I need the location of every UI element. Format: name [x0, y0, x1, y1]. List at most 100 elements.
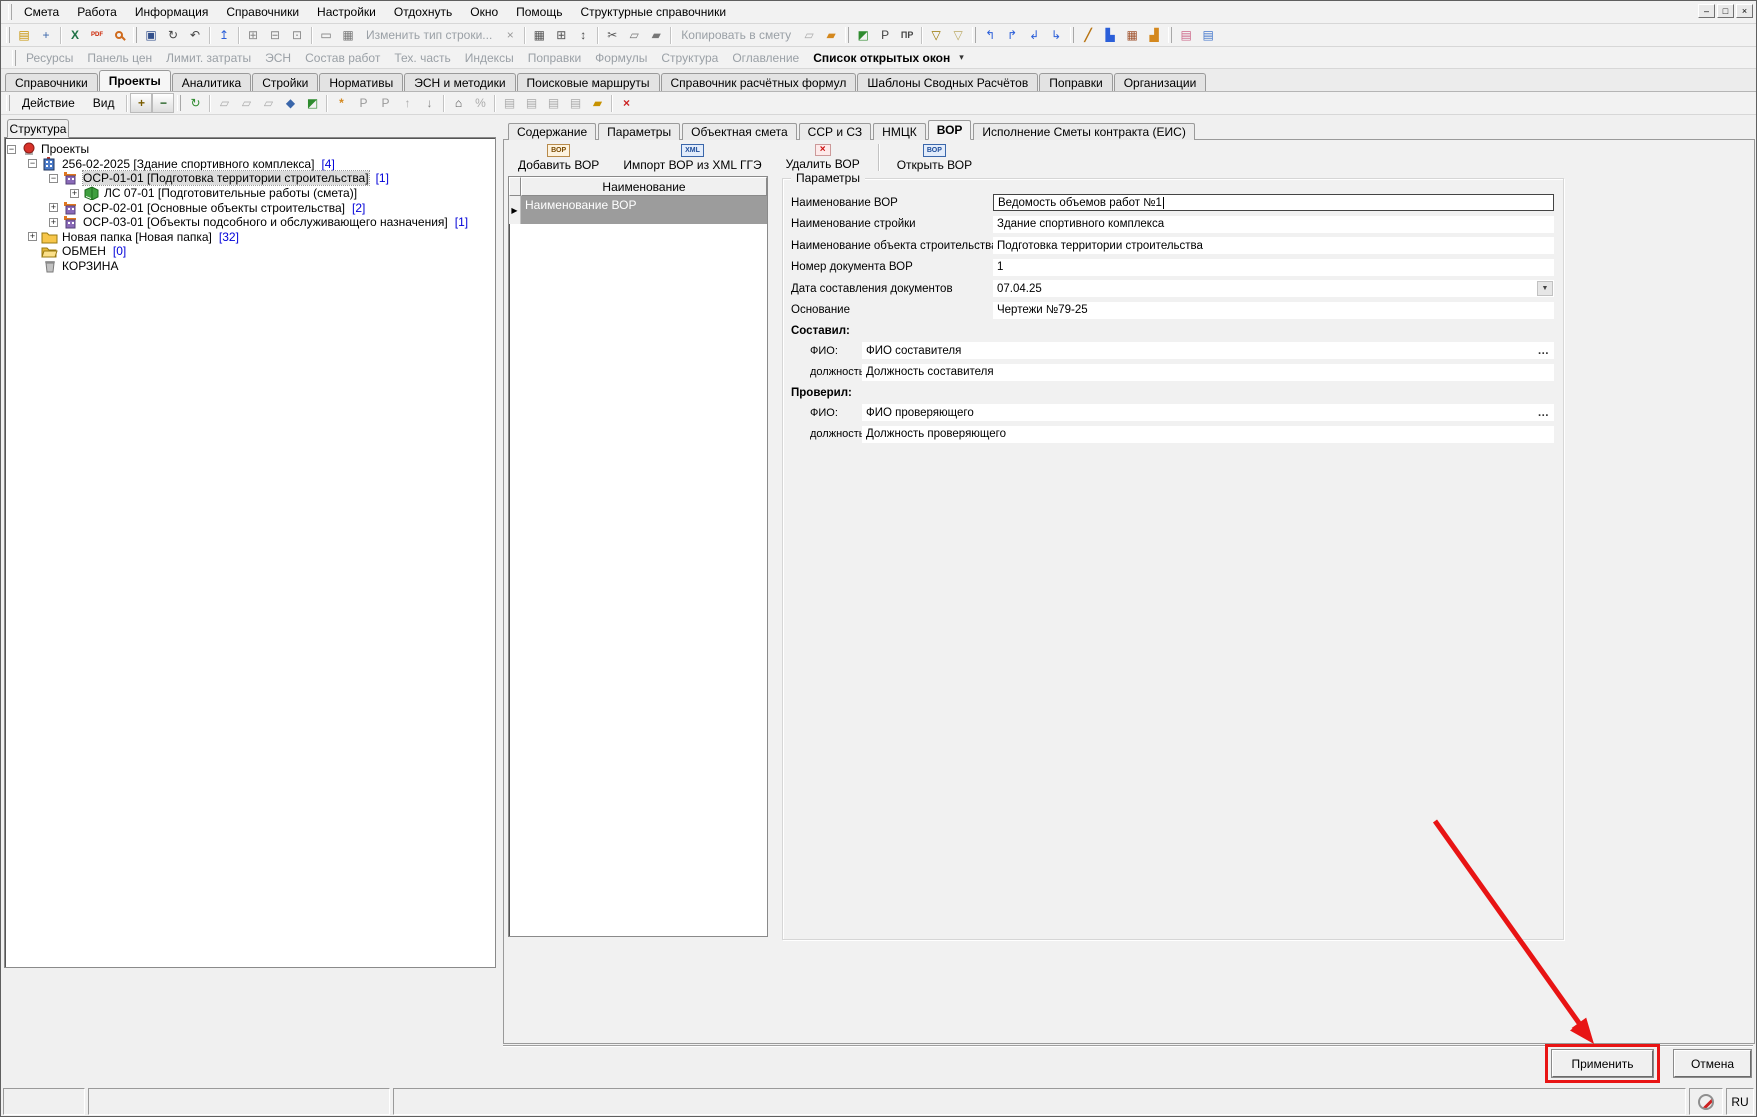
panel-indeksy[interactable]: Индексы [458, 51, 521, 65]
toolbar-grip[interactable] [1070, 27, 1074, 43]
estimate-settings-icon[interactable]: ◩ [301, 93, 323, 113]
tab-proekty[interactable]: Проекты [99, 70, 171, 91]
tab-struktura[interactable]: Структура [7, 119, 69, 138]
panel-panel-cen[interactable]: Панель цен [80, 51, 159, 65]
toolbar-grip[interactable] [133, 27, 137, 43]
parameters-icon[interactable]: * [330, 93, 352, 113]
tab-organizacii[interactable]: Организации [1114, 73, 1207, 91]
tab-parametry[interactable]: Параметры [598, 123, 680, 140]
folder-add-icon[interactable]: + [130, 93, 152, 113]
tree-settings-icon[interactable]: ◆ [279, 93, 301, 113]
transport-icon[interactable]: ▙ [1099, 25, 1121, 45]
menu-rabota[interactable]: Работа [68, 2, 126, 22]
books-pink-icon[interactable]: ▤ [1175, 25, 1197, 45]
filter-icon[interactable]: ▽ [925, 25, 947, 45]
grid-view-2-icon[interactable]: ▤ [520, 93, 542, 113]
books-blue-icon[interactable]: ▤ [1197, 25, 1219, 45]
doc-date-combobox[interactable]: 07.04.25 ▼ [993, 280, 1554, 297]
tree-item-osr-02-01[interactable]: + ОСР-02-01 [Основные объекты строительс… [7, 200, 493, 215]
save-icon[interactable]: ▣ [140, 25, 162, 45]
folder-remove-icon[interactable]: − [152, 93, 174, 113]
tree-item-novaya-papka[interactable]: + Новая папка [Новая папка] [32] [7, 230, 493, 245]
paste-node-icon[interactable]: ▱ [257, 93, 279, 113]
tree-expand-icon[interactable]: + [70, 189, 79, 198]
toolbar-grip[interactable] [8, 4, 12, 20]
import-vor-button[interactable]: XML Импорт ВОР из XML ГГЭ [611, 141, 773, 174]
open-windows-dropdown-icon[interactable]: ▾ [959, 52, 964, 63]
toolbar-grip[interactable] [972, 27, 976, 43]
indent-level-bottom-icon[interactable]: ↳ [1045, 25, 1067, 45]
compiler-fio-input[interactable]: ФИО составителя … [862, 342, 1554, 359]
machines-icon[interactable]: ▟ [1143, 25, 1165, 45]
calculator-add-icon[interactable]: ⊞ [550, 25, 572, 45]
tab-obektnaya-smeta[interactable]: Объектная смета [682, 123, 797, 140]
toolbar-grip[interactable] [845, 27, 849, 43]
filter-off-icon[interactable]: ▽ [947, 25, 969, 45]
menu-vid[interactable]: Вид [84, 94, 124, 112]
minimize-button[interactable]: – [1698, 4, 1715, 18]
structure-tree-icon[interactable]: ▤ [13, 25, 35, 45]
panel-limit-zatraty[interactable]: Лимит. затраты [159, 51, 258, 65]
checker-fio-browse-icon[interactable]: … [1538, 404, 1551, 421]
menu-spravochniki[interactable]: Справочники [217, 2, 308, 22]
indent-level-down-icon[interactable]: ↲ [1023, 25, 1045, 45]
checker-position-input[interactable]: Должность проверяющего [862, 426, 1554, 443]
cancel-button[interactable]: Отмена [1674, 1050, 1751, 1077]
toolbar-grip[interactable] [1168, 27, 1172, 43]
object-input[interactable]: Подготовка территории строительства [993, 237, 1554, 254]
tree-expand-icon[interactable]: + [49, 203, 58, 212]
indent-level-up-icon[interactable]: ↰ [979, 25, 1001, 45]
tab-shablony-svodnyh[interactable]: Шаблоны Сводных Расчётов [857, 73, 1038, 91]
normative-base-icon[interactable]: ◩ [852, 25, 874, 45]
search-icon[interactable] [108, 25, 130, 45]
copy-document-icon[interactable]: ▱ [798, 25, 820, 45]
paste-buffer-icon[interactable]: ▰ [820, 25, 842, 45]
move-up-icon[interactable]: ↑ [396, 93, 418, 113]
panel-oglavlenie[interactable]: Оглавление [725, 51, 806, 65]
menu-okno[interactable]: Окно [461, 2, 507, 22]
panel-resursy[interactable]: Ресурсы [19, 51, 80, 65]
paste-icon[interactable]: ▰ [645, 25, 667, 45]
open-vor-button[interactable]: ВОР Открыть ВОР [885, 141, 984, 174]
panel-formuly[interactable]: Формулы [588, 51, 654, 65]
menu-nastroyki[interactable]: Настройки [308, 2, 385, 22]
toolbar-grip[interactable] [177, 95, 181, 111]
vor-list-header[interactable]: Наименование [521, 177, 767, 196]
cut-icon[interactable]: ✂ [601, 25, 623, 45]
tab-nmck[interactable]: НМЦК [873, 123, 926, 140]
export-pdf-icon[interactable]: PDF [86, 25, 108, 45]
price-level-p-icon[interactable]: P [874, 25, 896, 45]
panel-popravki[interactable]: Поправки [521, 51, 588, 65]
calculator-icon[interactable]: ▦ [528, 25, 550, 45]
maximize-button[interactable]: □ [1717, 4, 1734, 18]
percent-icon[interactable]: % [469, 93, 491, 113]
panel-struktura[interactable]: Структура [654, 51, 725, 65]
toolbar-grip[interactable] [6, 27, 10, 43]
menu-informacia[interactable]: Информация [126, 2, 217, 22]
panel-sostav-rabot[interactable]: Состав работ [298, 51, 387, 65]
add-vor-button[interactable]: ВОР Добавить ВОР [506, 141, 611, 174]
tree-item-proekty[interactable]: − Проекты [7, 142, 493, 157]
menu-otdohnut[interactable]: Отдохнуть [385, 2, 461, 22]
refresh-icon[interactable]: ↻ [162, 25, 184, 45]
copy-icon[interactable]: ▱ [623, 25, 645, 45]
undo-icon[interactable]: ↶ [184, 25, 206, 45]
compiler-position-input[interactable]: Должность составителя [862, 364, 1554, 381]
stroyka-input[interactable]: Здание спортивного комплекса [993, 216, 1554, 233]
tree-expand-icon[interactable]: + [49, 218, 58, 227]
move-down-icon[interactable]: ↓ [418, 93, 440, 113]
doc-date-dropdown-icon[interactable]: ▼ [1537, 281, 1553, 296]
tab-soderzhanie[interactable]: Содержание [508, 123, 596, 140]
tab-poiskovye-marshruty[interactable]: Поисковые маршруты [517, 73, 660, 91]
basis-input[interactable]: Чертежи №79-25 [993, 302, 1554, 319]
row-calculation-icon[interactable]: ▦ [337, 25, 359, 45]
price-level-pr-icon[interactable]: ПР [896, 25, 918, 45]
checker-fio-input[interactable]: ФИО проверяющего … [862, 404, 1554, 421]
export-excel-icon[interactable]: X [64, 25, 86, 45]
menu-pomosch[interactable]: Помощь [507, 2, 571, 22]
works-icon[interactable]: ╱ [1077, 25, 1099, 45]
vor-list-row[interactable]: ▶ Наименование ВОР [509, 196, 767, 224]
unlock-icon[interactable]: ↥ [213, 25, 235, 45]
new-document-icon[interactable]: ▰ [586, 93, 608, 113]
menu-structural-spravochniki[interactable]: Структурные справочники [571, 2, 735, 22]
